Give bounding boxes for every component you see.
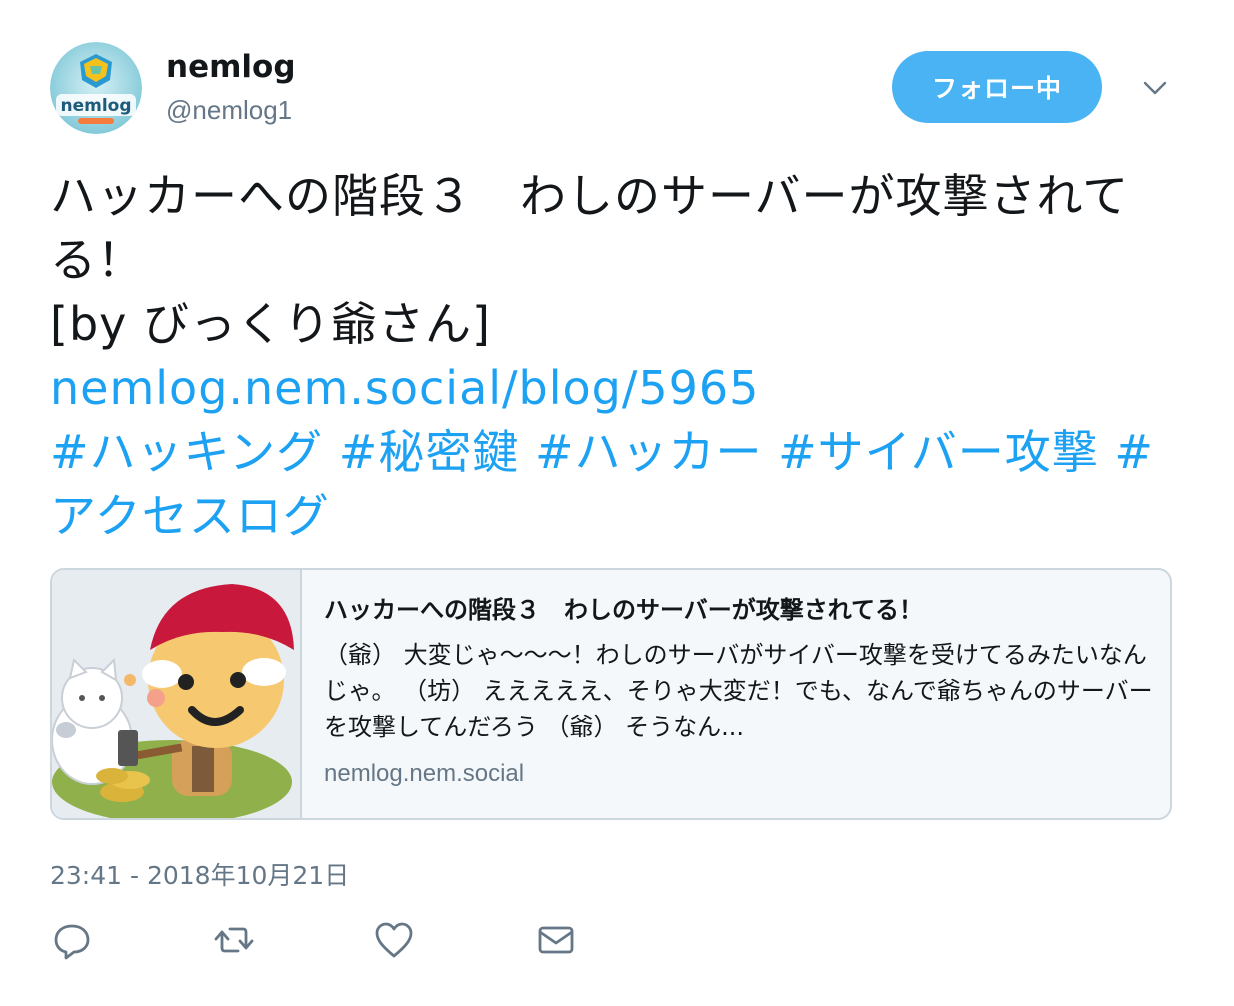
nemlog-logo-icon: nemlog	[50, 42, 142, 134]
chevron-down-icon	[1143, 81, 1167, 95]
envelope-icon	[538, 926, 574, 954]
tweet-text: ハッカーへの階段３ わしのサーバーが攻撃されてる！ [by びっくり爺さん] n…	[50, 164, 1170, 548]
tweet-text-line2: [by びっくり爺さん]	[50, 297, 491, 351]
more-options-button[interactable]	[1138, 74, 1172, 102]
tweet-link[interactable]: nemlog.nem.social/blog/5965	[50, 356, 1170, 420]
heart-icon	[375, 922, 413, 958]
reply-icon	[54, 924, 90, 960]
retweet-icon	[214, 927, 254, 953]
tweet-hashtags[interactable]: #ハッキング #秘密鍵 #ハッカー #サイバー攻撃 #アクセスログ	[50, 420, 1170, 548]
like-button[interactable]	[372, 918, 420, 966]
following-button[interactable]: フォロー中	[892, 51, 1102, 123]
reply-button[interactable]	[50, 918, 98, 966]
link-card[interactable]: ハッカーへの階段３ わしのサーバーが攻撃されてる！ （爺） 大変じゃ〜〜〜！わし…	[50, 568, 1172, 820]
display-name[interactable]: nemlog	[166, 47, 296, 87]
retweet-button[interactable]	[212, 918, 260, 966]
old-man-illustration	[52, 570, 300, 818]
avatar-logo-text: nemlog	[60, 96, 131, 116]
avatar[interactable]: nemlog	[50, 42, 142, 134]
direct-message-button[interactable]	[534, 918, 582, 966]
tweet-timestamp[interactable]: 23:41 - 2018年10月21日	[50, 858, 349, 894]
card-thumbnail	[52, 570, 302, 818]
card-description: （爺） 大変じゃ〜〜〜！わしのサーバがサイバー攻撃を受けてるみたいなんじゃ。 （…	[324, 641, 1153, 741]
user-handle[interactable]: @nemlog1	[166, 92, 292, 128]
tweet-text-line1: ハッカーへの階段３ わしのサーバーが攻撃されてる！	[50, 169, 1130, 287]
card-domain: nemlog.nem.social	[324, 760, 525, 787]
card-title: ハッカーへの階段３ わしのサーバーが攻撃されてる！	[324, 596, 924, 624]
